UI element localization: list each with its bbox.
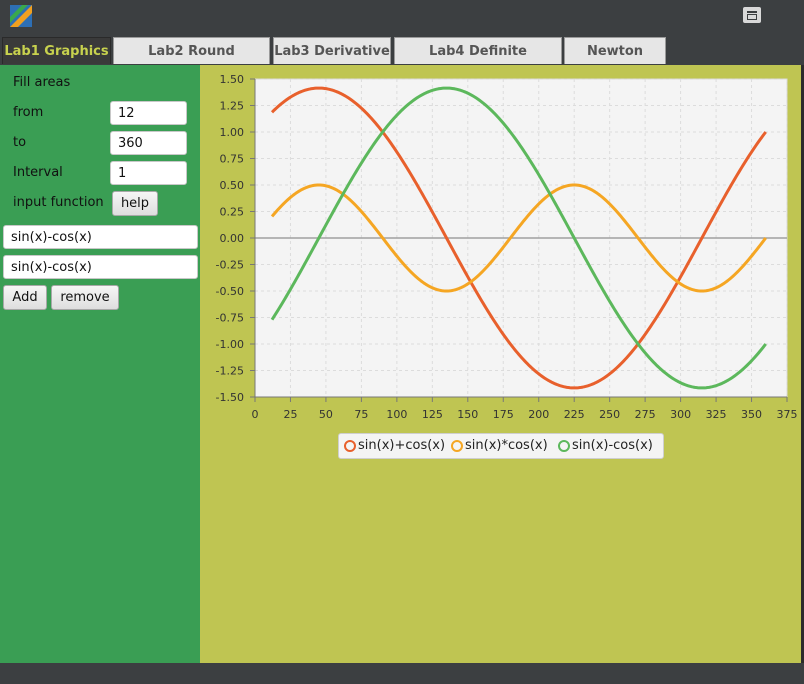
y-tick-label: 1.50 (220, 73, 245, 86)
x-tick-label: 275 (635, 408, 656, 421)
y-tick-label: 0.50 (220, 179, 245, 192)
x-tick-label: 150 (457, 408, 478, 421)
y-tick-label: 0.75 (220, 153, 245, 166)
x-tick-label: 25 (283, 408, 297, 421)
x-axis-tick-labels: 0 25 50 75 100 125 150 175 200 225 250 275 300 325 350… (252, 408, 798, 421)
x-tick-label: 50 (319, 408, 333, 421)
y-tick-label: -1.25 (216, 365, 244, 378)
legend-item-sin-plus-cos: sin(x)+cos(x) (344, 434, 445, 458)
y-tick-label: -0.75 (216, 312, 244, 325)
x-tick-label: 175 (493, 408, 514, 421)
y-tick-label: -0.50 (216, 285, 244, 298)
legend-marker-icon (451, 440, 463, 452)
x-tick-label: 125 (422, 408, 443, 421)
x-tick-label: 375 (777, 408, 798, 421)
legend-item-sin-times-cos: sin(x)*cos(x) (451, 434, 548, 458)
y-tick-label: 1.25 (220, 100, 245, 113)
y-axis-tick-labels: 1.50 1.25 1.00 0.75 0.50 0.25 0.00 -0.25 -0.50 -0… (216, 73, 244, 404)
legend-marker-icon (558, 440, 570, 452)
legend-item-sin-minus-cos: sin(x)-cos(x) (558, 434, 653, 458)
x-tick-label: 300 (670, 408, 691, 421)
status-bar (0, 663, 804, 684)
y-tick-label: -0.25 (216, 259, 244, 272)
x-tick-label: 225 (564, 408, 585, 421)
y-tick-label: -1.50 (216, 391, 244, 404)
x-tick-label: 325 (706, 408, 727, 421)
x-tick-label: 200 (528, 408, 549, 421)
x-tick-label: 75 (354, 408, 368, 421)
x-tick-label: 100 (386, 408, 407, 421)
x-tick-label: 0 (252, 408, 259, 421)
chart-legend: sin(x)+cos(x) sin(x)*cos(x) sin(x)-cos(x… (338, 433, 664, 459)
x-tick-label: 350 (741, 408, 762, 421)
legend-marker-icon (344, 440, 356, 452)
x-tick-label: 250 (599, 408, 620, 421)
y-tick-label: 0.25 (220, 206, 245, 219)
y-tick-label: 1.00 (220, 126, 245, 139)
y-tick-label: 0.00 (220, 232, 245, 245)
y-tick-label: -1.00 (216, 338, 244, 351)
line-chart: 1.50 1.25 1.00 0.75 0.50 0.25 0.00 -0.25 -0.50 -0… (216, 73, 798, 421)
